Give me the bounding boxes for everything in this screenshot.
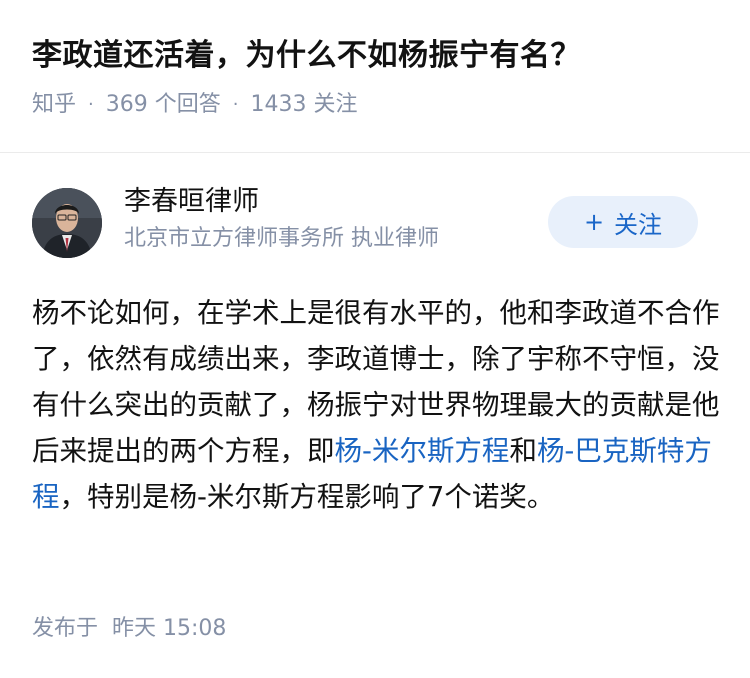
answer-text: 和 [509, 435, 537, 467]
avatar[interactable] [32, 188, 102, 258]
author-row: 李春晅律师 北京市立方律师事务所 执业律师 + 关注 [32, 182, 718, 262]
publish-time: 昨天 15:08 [112, 616, 227, 641]
publish-label: 发布于 [32, 616, 99, 641]
question-header: 李政道还活着，为什么不如杨振宁有名？ 知乎 · 369 个回答 · 1433 关… [32, 34, 730, 122]
author-name[interactable]: 李春晅律师 [124, 182, 439, 222]
plus-icon: + [583, 208, 605, 236]
question-meta: 知乎 · 369 个回答 · 1433 关注 [32, 88, 730, 122]
follow-button[interactable]: + 关注 [548, 196, 698, 248]
avatar-portrait [32, 188, 102, 258]
follower-count[interactable]: 1433 关注 [250, 88, 357, 122]
answer-count[interactable]: 369 个回答 [106, 88, 221, 122]
publish-info: 发布于 昨天 15:08 [32, 612, 226, 646]
follow-label: 关注 [614, 210, 663, 239]
answer-body: 杨不论如何，在学术上是很有水平的，他和李政道不合作了，依然有成绩出来，李政道博士… [32, 290, 722, 520]
author-info: 李春晅律师 北京市立方律师事务所 执业律师 [124, 182, 439, 256]
question-title[interactable]: 李政道还活着，为什么不如杨振宁有名？ [32, 34, 730, 78]
link-yang-mills[interactable]: 杨-米尔斯方程 [335, 435, 510, 467]
answer-text: ，特别是杨-米尔斯方程影响了7个诺奖。 [59, 481, 555, 513]
meta-separator: · [232, 94, 239, 115]
source-label[interactable]: 知乎 [32, 88, 76, 122]
meta-separator: · [88, 94, 94, 115]
author-description: 北京市立方律师事务所 执业律师 [124, 226, 439, 251]
section-divider [0, 152, 750, 153]
